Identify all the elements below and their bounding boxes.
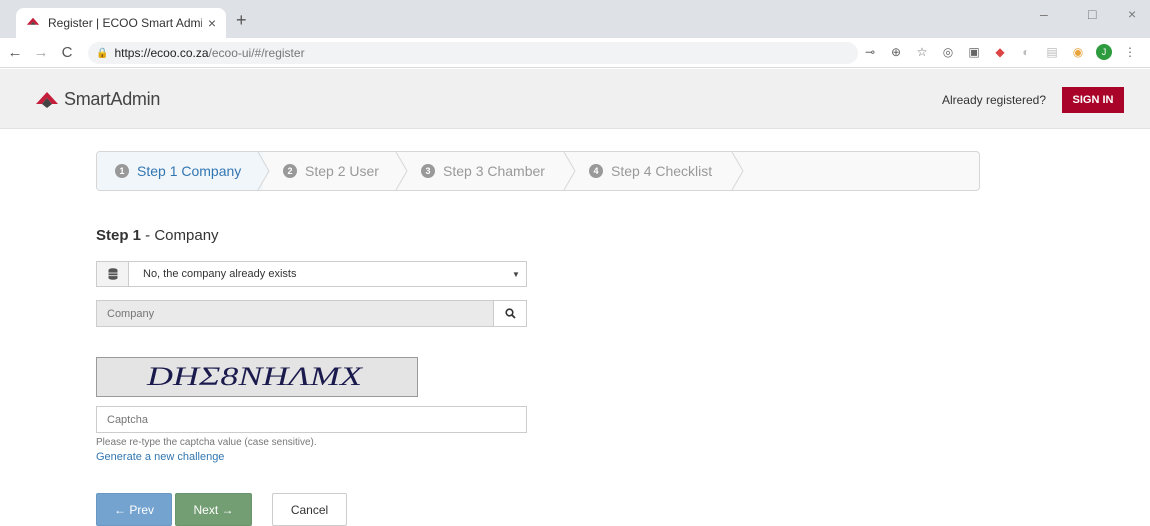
step-number: 2 <box>283 164 297 178</box>
captcha-text: DHΣ8NHΛMX <box>146 362 364 391</box>
wizard-step-1[interactable]: 1 Step 1 Company <box>97 152 263 190</box>
url-host: https://ecoo.co.za <box>114 46 209 60</box>
select-value: No, the company already exists <box>143 268 297 280</box>
company-search-group <box>96 300 527 327</box>
logo-text: SmartAdmin <box>64 89 161 109</box>
window-close-button[interactable]: × <box>1128 6 1136 22</box>
tab-title: Register | ECOO Smart Admin <box>48 16 202 30</box>
form-title-step: Step 1 <box>96 227 142 244</box>
smartadmin-favicon-icon <box>26 17 40 25</box>
browser-tab[interactable]: Register | ECOO Smart Admin × <box>16 8 226 38</box>
step-label: Step 1 Company <box>137 163 242 179</box>
company-input[interactable] <box>96 300 494 327</box>
minimize-button[interactable]: – <box>1040 6 1048 22</box>
prev-button[interactable]: ← Prev <box>96 493 172 526</box>
search-icon[interactable] <box>494 300 527 327</box>
generate-challenge-link[interactable]: Generate a new challenge <box>96 451 224 463</box>
step-label: Step 3 Chamber <box>443 163 545 179</box>
step-divider-icon <box>257 152 270 190</box>
reload-icon[interactable]: C <box>56 44 78 61</box>
browser-tabbar: Register | ECOO Smart Admin × + – □ × <box>0 0 1150 38</box>
already-registered-text: Already registered? <box>941 93 1046 107</box>
wizard-step-2[interactable]: 2 Step 2 User <box>265 152 401 190</box>
profile-avatar[interactable]: J <box>1096 44 1112 60</box>
company-exists-select[interactable]: No, the company already exists ▼ <box>96 261 527 287</box>
form-title-section: - Company <box>141 227 219 244</box>
address-bar[interactable]: 🔒 https://ecoo.co.za/ecoo-ui/#/register <box>88 42 858 64</box>
extension-bar: ⊸ ⊕ ☆ ◎ ▣ ◆ ◐ ▤ ◉ J ⋮ <box>862 44 1138 60</box>
step-label: Step 2 User <box>305 163 379 179</box>
captcha-help-text: Please re-type the captcha value (case s… <box>96 437 317 448</box>
step-number: 1 <box>115 164 129 178</box>
step-label: Step 4 Checklist <box>611 163 713 179</box>
caret-down-icon: ▼ <box>512 269 520 279</box>
back-icon[interactable]: ← <box>4 44 26 61</box>
database-icon <box>97 262 129 286</box>
wizard-steps: 1 Step 1 Company 2 Step 2 User 3 Step 3 … <box>96 151 980 191</box>
smartadmin-logo-icon <box>36 91 58 108</box>
menu-icon[interactable]: ⋮ <box>1122 44 1138 60</box>
lock-icon: 🔒 <box>96 47 109 59</box>
captcha-input[interactable] <box>96 406 527 433</box>
zoom-icon[interactable]: ⊕ <box>888 44 904 60</box>
browser-toolbar: ← → C 🔒 https://ecoo.co.za/ecoo-ui/#/reg… <box>0 38 1150 68</box>
extension-icon[interactable]: ◐ <box>1018 44 1034 60</box>
sign-in-button[interactable]: SIGN IN <box>1062 87 1124 113</box>
captcha-image: DHΣ8NHΛMX <box>96 357 418 397</box>
next-button[interactable]: Next → <box>175 493 252 526</box>
app-header: SmartAdmin Already registered? SIGN IN <box>0 69 1150 129</box>
wizard-step-4[interactable]: 4 Step 4 Checklist <box>571 152 737 190</box>
extension-icon[interactable]: ◎ <box>940 44 956 60</box>
key-icon[interactable]: ⊸ <box>862 44 878 60</box>
step-divider-icon <box>395 152 408 190</box>
step-number: 4 <box>589 164 603 178</box>
extension-icon[interactable]: ▣ <box>966 44 982 60</box>
maximize-button[interactable]: □ <box>1088 6 1096 22</box>
extension-icon[interactable]: ▤ <box>1044 44 1060 60</box>
step-number: 3 <box>421 164 435 178</box>
step-divider-icon <box>731 152 744 190</box>
extension-icon[interactable]: ◆ <box>992 44 1008 60</box>
chrome-icon[interactable]: ◉ <box>1070 44 1086 60</box>
form-title: Step 1 - Company <box>96 227 219 244</box>
forward-icon[interactable]: → <box>30 44 52 61</box>
cancel-button[interactable]: Cancel <box>272 493 347 526</box>
step-divider-icon <box>563 152 576 190</box>
captcha-graphic: DHΣ8NHΛMX <box>146 362 364 391</box>
wizard-step-3[interactable]: 3 Step 3 Chamber <box>403 152 569 190</box>
new-tab-button[interactable]: + <box>236 10 247 31</box>
logo[interactable]: SmartAdmin <box>36 89 160 110</box>
url-path: /ecoo-ui/#/register <box>208 46 305 60</box>
tab-close-icon[interactable]: × <box>208 15 216 31</box>
star-icon[interactable]: ☆ <box>914 44 930 60</box>
